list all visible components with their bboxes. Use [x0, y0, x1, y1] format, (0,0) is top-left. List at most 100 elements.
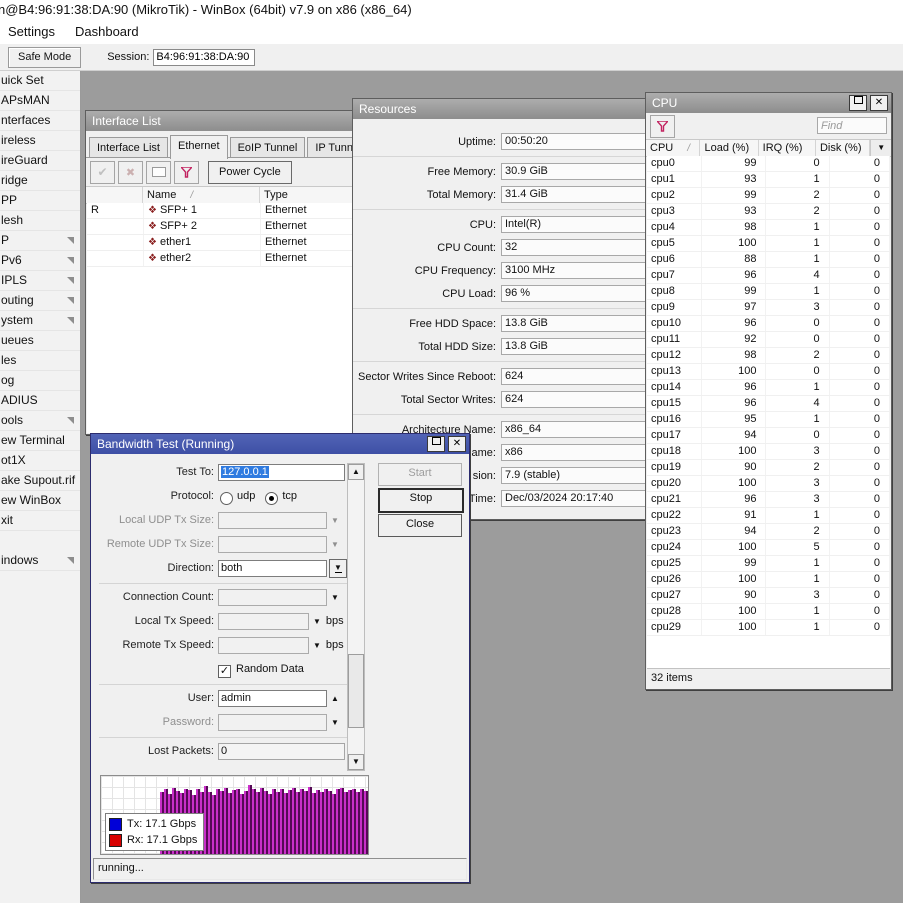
table-row[interactable]: cpu39320 [647, 204, 890, 220]
sidebar-item-mpls[interactable]: IPLS [0, 271, 80, 291]
sidebar-item-ppp[interactable]: PP [0, 191, 80, 211]
enable-button[interactable]: ✔ [90, 161, 115, 184]
sidebar-item-ip[interactable]: P [0, 231, 80, 251]
sidebar-item-system[interactable]: ystem [0, 311, 80, 331]
safe-mode-button[interactable]: Safe Mode [8, 47, 81, 68]
cpu-column-header[interactable]: CPU/ [646, 140, 700, 156]
close-button[interactable]: Close [378, 514, 462, 537]
sidebar-item-tools[interactable]: ools [0, 411, 80, 431]
udp-radio[interactable] [220, 492, 233, 505]
filter-button[interactable] [174, 161, 199, 184]
table-row[interactable]: cpu2010030 [647, 476, 890, 492]
name-column-header[interactable]: Name/ [143, 187, 260, 203]
table-row[interactable]: cpu199020 [647, 460, 890, 476]
table-row[interactable]: cpu79640 [647, 268, 890, 284]
remote-tx-speed-input[interactable] [218, 637, 309, 654]
table-row[interactable]: cpu19310 [647, 172, 890, 188]
table-row[interactable]: cpu2810010 [647, 604, 890, 620]
close-button[interactable]: ✕ [448, 436, 466, 452]
table-row[interactable]: cpu259910 [647, 556, 890, 572]
tcp-radio[interactable] [265, 492, 278, 505]
chevron-down-icon[interactable]: ▼ [331, 593, 339, 602]
sidebar-item-routing[interactable]: outing [0, 291, 80, 311]
table-row[interactable]: cpu89910 [647, 284, 890, 300]
sidebar-item-quick-set[interactable]: uick Set [0, 71, 80, 91]
user-input[interactable]: admin [218, 690, 327, 707]
tab-interface-list[interactable]: Interface List [89, 137, 168, 157]
sidebar-item-queues[interactable]: ueues [0, 331, 80, 351]
chevron-down-icon[interactable]: ▼ [313, 641, 321, 650]
menu-settings[interactable]: Settings [0, 20, 65, 44]
cpu-titlebar[interactable]: CPU ✕ [646, 93, 891, 113]
find-input[interactable] [817, 117, 887, 134]
table-row[interactable]: cpu09900 [647, 156, 890, 172]
direction-dropdown-button[interactable]: ▼ [329, 559, 347, 578]
interface-list-titlebar[interactable]: Interface List [86, 111, 356, 131]
chevron-up-icon[interactable]: ▲ [331, 694, 339, 703]
sidebar-item-new-terminal[interactable]: ew Terminal [0, 431, 80, 451]
sidebar-item-exit[interactable]: xit [0, 511, 80, 531]
maximize-button[interactable] [849, 95, 867, 111]
sidebar-item-wireguard[interactable]: ireGuard [0, 151, 80, 171]
sidebar-item-interfaces[interactable]: nterfaces [0, 111, 80, 131]
direction-select[interactable]: both [218, 560, 327, 577]
sidebar-item-capsman[interactable]: APsMAN [0, 91, 80, 111]
comment-button[interactable] [146, 161, 171, 184]
flags-column-header[interactable] [86, 187, 143, 203]
table-row[interactable]: cpu149610 [647, 380, 890, 396]
disable-button[interactable]: ✖ [118, 161, 143, 184]
scrollbar-thumb[interactable] [348, 654, 364, 728]
tab-ethernet[interactable]: Ethernet [170, 135, 228, 159]
sidebar-item-ipv6[interactable]: Pv6 [0, 251, 80, 271]
load-column-header[interactable]: Load (%) [700, 140, 758, 156]
table-row[interactable]: cpu1810030 [647, 444, 890, 460]
sidebar-item-log[interactable]: og [0, 371, 80, 391]
connection-count-input[interactable] [218, 589, 327, 606]
table-row[interactable]: ❖ether1Ethernet [87, 235, 355, 251]
table-row[interactable]: cpu239420 [647, 524, 890, 540]
random-data-checkbox[interactable]: ✓ [218, 665, 231, 678]
close-button[interactable]: ✕ [870, 95, 888, 111]
udp-radio-label[interactable]: udp [237, 490, 255, 502]
sidebar-item-wireless[interactable]: ireless [0, 131, 80, 151]
bandwidth-test-titlebar[interactable]: Bandwidth Test (Running) ✕ [91, 434, 469, 454]
maximize-button[interactable] [427, 436, 445, 452]
type-column-header[interactable]: Type [260, 187, 356, 203]
table-row[interactable]: R❖SFP+ 1Ethernet [87, 203, 355, 219]
local-tx-speed-input[interactable] [218, 613, 309, 630]
sidebar-item-mesh[interactable]: lesh [0, 211, 80, 231]
table-row[interactable]: cpu109600 [647, 316, 890, 332]
table-row[interactable]: ❖ether2Ethernet [87, 251, 355, 267]
table-row[interactable]: cpu2910010 [647, 620, 890, 636]
password-input[interactable] [218, 714, 327, 731]
scroll-down-button[interactable]: ▼ [348, 754, 364, 770]
irq-column-header[interactable]: IRQ (%) [759, 140, 816, 156]
table-row[interactable]: cpu159640 [647, 396, 890, 412]
power-cycle-button[interactable]: Power Cycle [208, 161, 292, 184]
table-row[interactable]: cpu229110 [647, 508, 890, 524]
table-row[interactable]: cpu99730 [647, 300, 890, 316]
chevron-down-icon[interactable]: ▼ [331, 718, 339, 727]
table-row[interactable]: ❖SFP+ 2Ethernet [87, 219, 355, 235]
sidebar-item-dot1x[interactable]: ot1X [0, 451, 80, 471]
table-row[interactable]: cpu29920 [647, 188, 890, 204]
tcp-radio-label[interactable]: tcp [282, 490, 297, 502]
table-row[interactable]: cpu68810 [647, 252, 890, 268]
sidebar-item-files[interactable]: les [0, 351, 80, 371]
session-input[interactable] [153, 49, 255, 66]
table-row[interactable]: cpu2610010 [647, 572, 890, 588]
sidebar-item-windows[interactable]: indows [0, 551, 80, 571]
table-row[interactable]: cpu219630 [647, 492, 890, 508]
stop-button[interactable]: Stop [378, 488, 464, 513]
scroll-up-button[interactable]: ▲ [348, 464, 364, 480]
table-row[interactable]: cpu129820 [647, 348, 890, 364]
chevron-down-icon[interactable]: ▼ [313, 617, 321, 626]
disk-column-header[interactable]: Disk (%) [816, 140, 870, 156]
sidebar-item-bridge[interactable]: ridge [0, 171, 80, 191]
table-row[interactable]: cpu169510 [647, 412, 890, 428]
tab-eoip-tunnel[interactable]: EoIP Tunnel [230, 137, 306, 157]
sidebar-item-new-winbox[interactable]: ew WinBox [0, 491, 80, 511]
table-row[interactable]: cpu179400 [647, 428, 890, 444]
columns-dropdown-button[interactable]: ▼ [870, 140, 891, 156]
sidebar-item-make-supout[interactable]: ake Supout.rif [0, 471, 80, 491]
